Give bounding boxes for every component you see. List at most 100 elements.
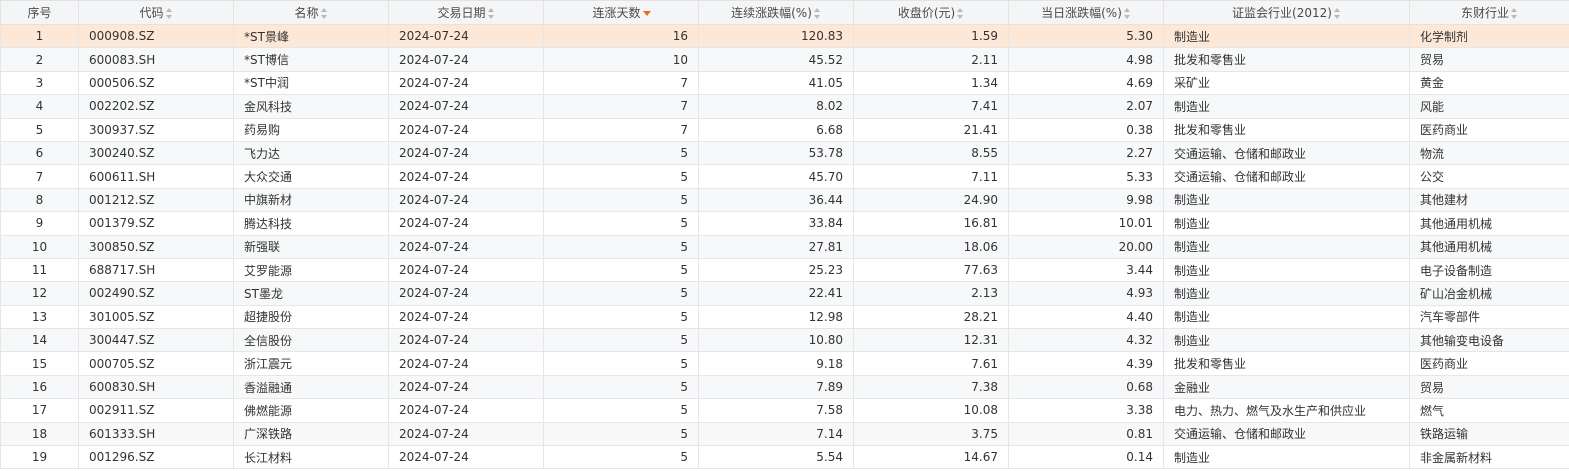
- cell-name: 飞力达: [233, 140, 389, 166]
- table-row[interactable]: 18 601333.SH 广深铁路 2024-07-24 5 7.14 3.75 0.81 交通…: [0, 421, 1569, 447]
- cell-name: 佛燃能源: [233, 398, 389, 423]
- column-header-code[interactable]: 代码: [78, 0, 234, 25]
- cell-rise-days: 5: [543, 374, 699, 400]
- table-row[interactable]: 3 000506.SZ *ST中润 2024-07-24 7 41.05 1.34 4.69 采…: [0, 70, 1569, 96]
- table-row[interactable]: 15 000705.SZ 浙江震元 2024-07-24 5 9.18 7.61 4.39 批发…: [0, 351, 1569, 376]
- table-row[interactable]: 12 002490.SZ ST墨龙 2024-07-24 5 22.41 2.13 4.93 制…: [0, 281, 1569, 306]
- cell-csrc-industry: 交通运输、仓储和邮政业: [1163, 140, 1410, 166]
- cell-cum-change: 45.70: [698, 164, 854, 189]
- cell-name: 腾达科技: [233, 211, 389, 236]
- cell-code: 001379.SZ: [78, 211, 234, 236]
- column-header-daily-change[interactable]: 当日涨跌幅(%): [1008, 0, 1164, 25]
- column-header-close-price[interactable]: 收盘价(元): [853, 0, 1009, 25]
- cell-trade-date: 2024-07-24: [388, 23, 544, 49]
- cell-daily-change: 0.68: [1008, 374, 1164, 400]
- table-row[interactable]: 4 002202.SZ 金风科技 2024-07-24 7 8.02 7.41 2.07 制造业…: [0, 94, 1569, 119]
- cell-trade-date: 2024-07-24: [388, 257, 544, 283]
- table-row[interactable]: 16 600830.SH 香溢融通 2024-07-24 5 7.89 7.38 0.68 金融…: [0, 374, 1569, 400]
- cell-index: 5: [0, 117, 79, 142]
- sort-desc-icon[interactable]: [642, 11, 651, 17]
- column-header-index: 序号: [0, 0, 79, 25]
- cell-csrc-industry: 制造业: [1163, 328, 1410, 353]
- table-row[interactable]: 1 000908.SZ *ST景峰 2024-07-24 16 120.83 1.59 5.3…: [0, 23, 1569, 49]
- cell-csrc-industry: 制造业: [1163, 445, 1410, 470]
- table-row[interactable]: 5 300937.SZ 药易购 2024-07-24 7 6.68 21.41 0.38 批发和…: [0, 117, 1569, 142]
- column-header-label: 当日涨跌幅(%): [1041, 6, 1122, 20]
- cell-em-industry: 电子设备制造: [1409, 257, 1569, 283]
- cell-close-price: 77.63: [853, 257, 1009, 283]
- table-row[interactable]: 6 300240.SZ 飞力达 2024-07-24 5 53.78 8.55 2.27 交通运…: [0, 140, 1569, 166]
- column-header-em-industry[interactable]: 东财行业: [1409, 0, 1569, 25]
- cell-name: 超捷股份: [233, 304, 389, 330]
- column-header-rise-days[interactable]: 连涨天数: [543, 0, 699, 25]
- cell-daily-change: 4.32: [1008, 328, 1164, 353]
- cell-em-industry: 医药商业: [1409, 351, 1569, 376]
- cell-close-price: 12.31: [853, 328, 1009, 353]
- column-header-label: 交易日期: [437, 6, 486, 20]
- sort-icon[interactable]: [1511, 8, 1518, 19]
- table-row[interactable]: 2 600083.SH *ST博信 2024-07-24 10 45.52 2.11 4.98…: [0, 47, 1569, 72]
- sort-icon[interactable]: [957, 8, 964, 19]
- cell-index: 7: [0, 164, 79, 189]
- cell-em-industry: 风能: [1409, 94, 1569, 119]
- cell-code: 000506.SZ: [78, 70, 234, 96]
- table-row[interactable]: 13 301005.SZ 超捷股份 2024-07-24 5 12.98 28.21 4.40…: [0, 304, 1569, 330]
- cell-name: 广深铁路: [233, 421, 389, 447]
- column-header-name[interactable]: 名称: [233, 0, 389, 25]
- table-row[interactable]: 9 001379.SZ 腾达科技 2024-07-24 5 33.84 16.81 10.01…: [0, 211, 1569, 236]
- column-header-label: 名称: [294, 6, 319, 20]
- table-row[interactable]: 19 001296.SZ 长江材料 2024-07-24 5 5.54 14.67 0.14 制…: [0, 445, 1569, 470]
- cell-close-price: 14.67: [853, 445, 1009, 470]
- table-row[interactable]: 14 300447.SZ 全信股份 2024-07-24 5 10.80 12.31 4.32…: [0, 328, 1569, 353]
- column-header-cum-change[interactable]: 连续涨跌幅(%): [698, 0, 854, 25]
- table-row[interactable]: 8 001212.SZ 中旗新材 2024-07-24 5 36.44 24.90 9.98 制…: [0, 187, 1569, 213]
- column-header-label: 收盘价(元): [897, 6, 956, 20]
- cell-close-price: 7.38: [853, 374, 1009, 400]
- sort-icon[interactable]: [487, 8, 495, 19]
- table-row[interactable]: 17 002911.SZ 佛燃能源 2024-07-24 5 7.58 10.08 3.38 电…: [0, 398, 1569, 423]
- cell-code: 000908.SZ: [78, 23, 234, 49]
- cell-code: 300850.SZ: [78, 234, 234, 259]
- table-body: 1 000908.SZ *ST景峰 2024-07-24 16 120.83 1.59 5.3…: [0, 23, 1569, 470]
- cell-close-price: 7.61: [853, 351, 1009, 376]
- cell-rise-days: 5: [543, 140, 699, 166]
- cell-rise-days: 5: [543, 187, 699, 213]
- sort-icon[interactable]: [1123, 8, 1131, 19]
- cell-csrc-industry: 批发和零售业: [1163, 47, 1410, 72]
- cell-trade-date: 2024-07-24: [388, 374, 544, 400]
- column-header-label: 东财行业: [1460, 6, 1509, 20]
- table-row[interactable]: 11 688717.SH 艾罗能源 2024-07-24 5 25.23 77.63 3.44…: [0, 257, 1569, 283]
- cell-index: 6: [0, 140, 79, 166]
- cell-code: 600830.SH: [78, 374, 234, 400]
- column-header-csrc-industry[interactable]: 证监会行业(2012): [1163, 0, 1410, 25]
- cell-csrc-industry: 制造业: [1163, 281, 1410, 306]
- cell-em-industry: 其他建材: [1409, 187, 1569, 213]
- cell-rise-days: 5: [543, 234, 699, 259]
- cell-rise-days: 5: [543, 351, 699, 376]
- sort-icon[interactable]: [1333, 8, 1341, 19]
- cell-trade-date: 2024-07-24: [388, 328, 544, 353]
- cell-em-industry: 矿山冶金机械: [1409, 281, 1569, 306]
- table-row[interactable]: 7 600611.SH 大众交通 2024-07-24 5 45.70 7.11 5.33 交通…: [0, 164, 1569, 189]
- cell-cum-change: 36.44: [698, 187, 854, 213]
- cell-em-industry: 贸易: [1409, 47, 1569, 72]
- cell-csrc-industry: 制造业: [1163, 257, 1410, 283]
- cell-cum-change: 45.52: [698, 47, 854, 72]
- sort-icon[interactable]: [813, 8, 821, 19]
- table-header: 序号 代码 名称 交易日期 连涨天数 连续涨跌幅(%) 收盘价(元) 当日涨跌幅(%) 证监会行…: [0, 0, 1569, 25]
- cell-csrc-industry: 制造业: [1163, 23, 1410, 49]
- sort-icon[interactable]: [320, 8, 328, 19]
- cell-daily-change: 3.44: [1008, 257, 1164, 283]
- cell-close-price: 1.59: [853, 23, 1009, 49]
- cell-name: 大众交通: [233, 164, 389, 189]
- cell-em-industry: 非金属新材料: [1409, 445, 1569, 470]
- cell-index: 10: [0, 234, 79, 259]
- cell-trade-date: 2024-07-24: [388, 187, 544, 213]
- cell-index: 12: [0, 281, 79, 306]
- table-row[interactable]: 10 300850.SZ 新强联 2024-07-24 5 27.81 18.06 20.00…: [0, 234, 1569, 259]
- sort-icon[interactable]: [165, 8, 173, 19]
- cell-trade-date: 2024-07-24: [388, 164, 544, 189]
- column-header-label: 证监会行业(2012): [1232, 6, 1332, 20]
- column-header-trade-date[interactable]: 交易日期: [388, 0, 544, 25]
- cell-code: 001296.SZ: [78, 445, 234, 470]
